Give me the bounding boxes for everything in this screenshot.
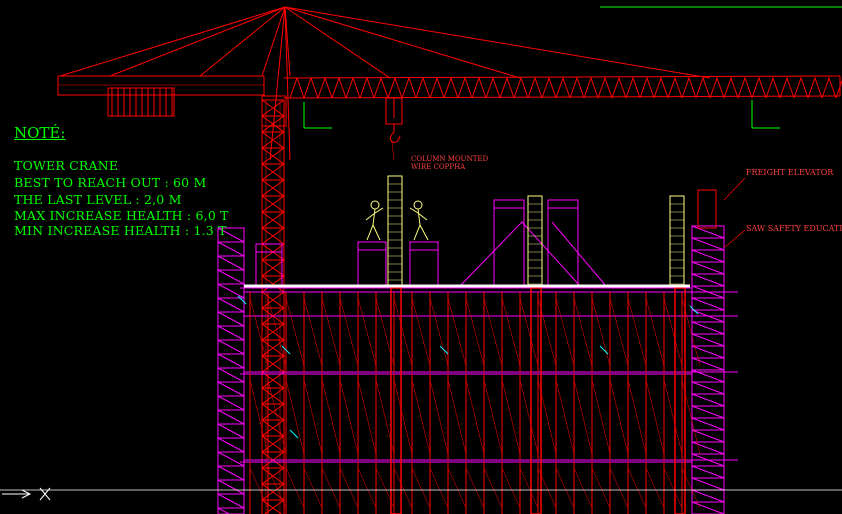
crane-mast <box>261 99 285 514</box>
crane-hook <box>385 97 403 161</box>
crane-main-jib <box>283 75 842 99</box>
formwork-shores <box>249 287 701 514</box>
leader-lines <box>723 177 746 249</box>
note-line-1: TOWER CRANE <box>14 158 119 173</box>
crane-counter-jib <box>57 75 265 117</box>
freight-elevator-label: FREIGHT ELEVATOR <box>746 168 834 177</box>
left-tower <box>217 227 245 514</box>
freight-elevator-top <box>697 189 717 229</box>
saw-safety-label: SAW SAFETY EDUCATI <box>746 224 842 233</box>
scaffold-structure <box>217 189 738 514</box>
note-line-4: MAX INCREASE HEALTH : 6,0 T <box>14 208 229 223</box>
wire-coppha-label: WIRE COPPHA <box>411 163 466 171</box>
column-formwork <box>387 175 685 287</box>
crane-apex <box>59 6 711 161</box>
column-mounted-label: COLUMN MOUNTED <box>411 155 489 163</box>
safety-rails <box>237 295 699 439</box>
cad-drawing-canvas <box>0 6 842 514</box>
note-line-2: BEST TO REACH OUT : 60 M <box>14 175 207 190</box>
note-line-5: MIN INCREASE HEALTH : 1.3 T <box>14 223 227 238</box>
worker-figures <box>365 200 429 241</box>
note-line-3: THE LAST LEVEL : 2,0 M <box>14 192 182 207</box>
note-title: NOTÉ: <box>14 124 66 142</box>
